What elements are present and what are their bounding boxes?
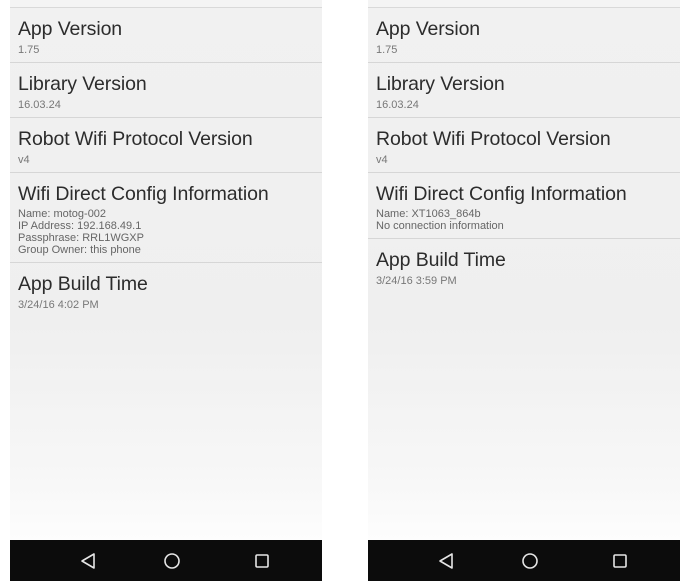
about-screen-left: App Version 1.75 Library Version 16.03.2… <box>10 0 322 540</box>
row-title: Library Version <box>18 73 147 95</box>
row-title: Robot Wifi Protocol Version <box>18 128 253 150</box>
row-title: Library Version <box>376 73 505 95</box>
row-title: App Version <box>376 18 481 40</box>
row-title: App Version <box>18 18 123 40</box>
row-value-lines: Name: motog-002 IP Address: 192.168.49.1… <box>18 208 314 256</box>
top-divider <box>10 0 322 8</box>
about-screen-right: App Version 1.75 Library Version 16.03.2… <box>368 0 680 540</box>
back-icon <box>439 552 453 569</box>
wifi-name-line: Name: motog-002 <box>18 208 107 220</box>
row-title: App Build Time <box>18 273 148 295</box>
row-title: Wifi Direct Config Information <box>376 183 627 205</box>
wifi-group-owner-line: Group Owner: this phone <box>18 244 141 256</box>
row-wifi-direct-config: Wifi Direct Config Information Name: mot… <box>10 173 322 263</box>
row-app-version: App Version 1.75 <box>10 8 322 63</box>
back-button[interactable] <box>421 540 471 581</box>
navigation-bar <box>368 540 680 581</box>
row-robot-wifi-protocol-version: Robot Wifi Protocol Version v4 <box>368 118 680 173</box>
recents-button[interactable] <box>595 540 645 581</box>
row-title: Wifi Direct Config Information <box>18 183 269 205</box>
recents-icon <box>255 553 269 568</box>
row-library-version: Library Version 16.03.24 <box>10 63 322 118</box>
row-title: App Build Time <box>376 249 506 271</box>
row-title: Robot Wifi Protocol Version <box>376 128 611 150</box>
row-value: 16.03.24 <box>376 99 419 111</box>
recents-icon <box>613 553 627 568</box>
row-value: 16.03.24 <box>18 99 61 111</box>
row-value: 1.75 <box>18 44 40 56</box>
wifi-name-line: Name: XT1063_864b <box>376 208 481 220</box>
screenshot-stage: App Version 1.75 Library Version 16.03.2… <box>0 0 680 581</box>
row-value: 1.75 <box>376 44 398 56</box>
home-button[interactable] <box>505 540 555 581</box>
home-icon <box>522 552 538 569</box>
wifi-ip-line: IP Address: 192.168.49.1 <box>18 220 142 232</box>
phone-left: App Version 1.75 Library Version 16.03.2… <box>10 0 322 581</box>
back-button[interactable] <box>63 540 113 581</box>
recents-button[interactable] <box>237 540 287 581</box>
row-value: v4 <box>376 154 388 166</box>
back-icon <box>81 552 95 569</box>
top-divider <box>368 0 680 8</box>
wifi-passphrase-line: Passphrase: RRL1WGXP <box>18 232 144 244</box>
row-wifi-direct-config: Wifi Direct Config Information Name: XT1… <box>368 173 680 239</box>
home-button[interactable] <box>147 540 197 581</box>
row-value: 3/24/16 4:02 PM <box>18 299 99 311</box>
row-app-version: App Version 1.75 <box>368 8 680 63</box>
row-library-version: Library Version 16.03.24 <box>368 63 680 118</box>
row-value: v4 <box>18 154 30 166</box>
row-app-build-time: App Build Time 3/24/16 4:02 PM <box>10 263 322 317</box>
row-robot-wifi-protocol-version: Robot Wifi Protocol Version v4 <box>10 118 322 173</box>
navigation-bar <box>10 540 322 581</box>
row-value-lines: Name: XT1063_864b No connection informat… <box>376 208 672 232</box>
row-app-build-time: App Build Time 3/24/16 3:59 PM <box>368 239 680 293</box>
home-icon <box>164 552 180 569</box>
phone-right: App Version 1.75 Library Version 16.03.2… <box>368 0 680 581</box>
row-value: 3/24/16 3:59 PM <box>376 275 457 287</box>
wifi-connection-line: No connection information <box>376 220 504 232</box>
